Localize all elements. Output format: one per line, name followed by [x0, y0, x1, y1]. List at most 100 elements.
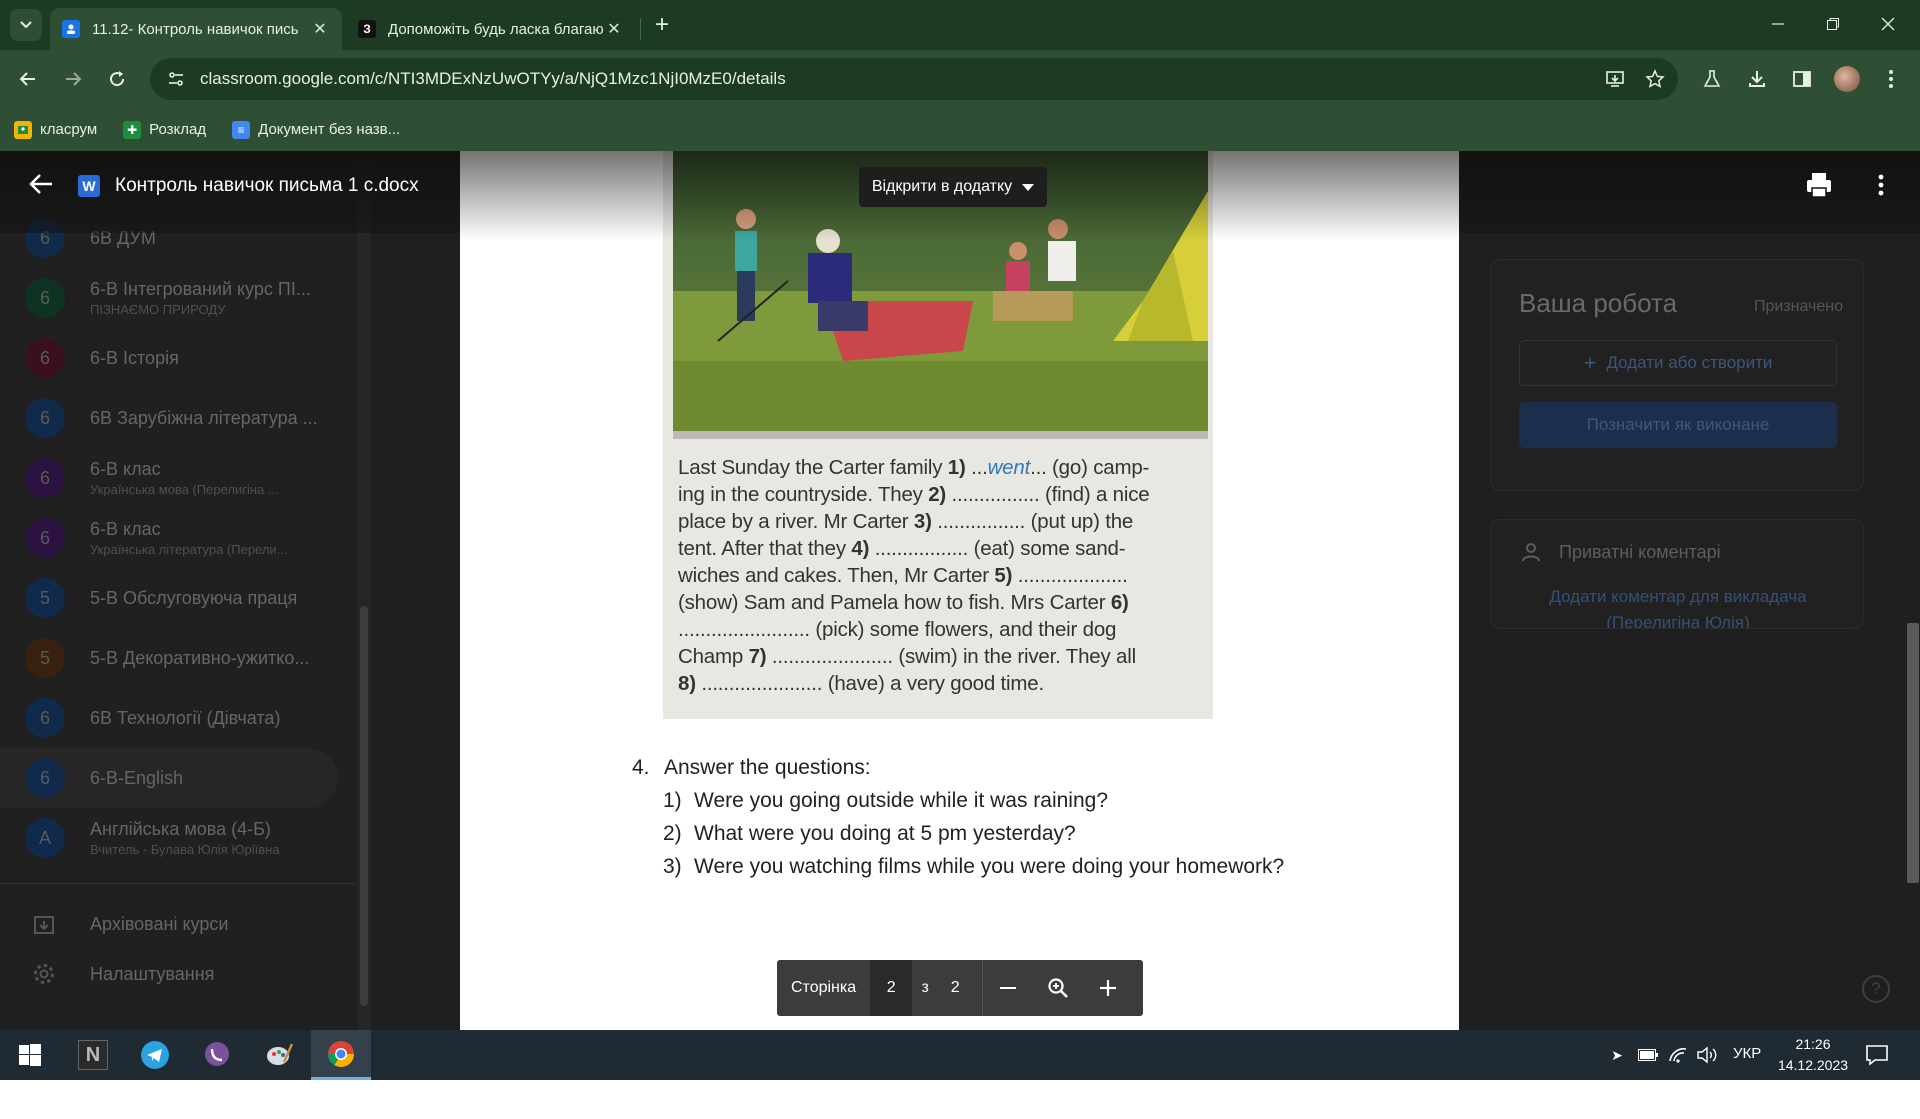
volume-icon[interactable] — [1696, 1044, 1718, 1066]
notifications-button[interactable] — [1865, 1043, 1889, 1067]
zoom-in-button[interactable] — [1083, 960, 1133, 1016]
sidebar-scrollbar[interactable] — [357, 151, 371, 1030]
course-title: 6-В клас — [90, 459, 161, 479]
teacher-name: (Перелигіна Юлія) — [1606, 613, 1750, 629]
downloads-icon[interactable] — [1742, 64, 1772, 94]
tab-znanija[interactable]: З Допоможіть будь ласка благаю ✕ — [346, 8, 636, 50]
current-page-input[interactable]: 2 — [870, 960, 913, 1016]
question-item: 1) Were you going outside while it was ra… — [663, 789, 1109, 812]
close-icon — [1881, 17, 1895, 31]
open-in-app-button[interactable]: Відкрити в додатку — [859, 167, 1047, 207]
plus-icon — [1100, 980, 1117, 996]
page-navigator: Сторінка 2 з 2 — [777, 960, 1143, 1016]
close-viewer-button[interactable] — [26, 169, 56, 199]
help-icon[interactable]: ? — [1862, 975, 1890, 1003]
profile-avatar[interactable] — [1834, 66, 1860, 92]
sidebar-course[interactable]: 6 6В Зарубіжна література ... — [0, 388, 356, 448]
add-private-comment-link[interactable]: Додати коментар для викладача (Перелигіна… — [1491, 584, 1863, 629]
gear-icon — [30, 960, 58, 988]
bookmark-classroom[interactable]: класрум — [14, 120, 97, 139]
sidebar-course[interactable]: 6 6-В клас Українська мова (Перелигіна ..… — [0, 448, 356, 508]
sidebar-scrollbar-thumb[interactable] — [360, 606, 368, 1006]
course-avatar: 5 — [25, 638, 65, 678]
sidebar-course-selected[interactable]: 6 6-В-English — [0, 748, 338, 808]
site-info-icon[interactable] — [164, 67, 188, 91]
input-language[interactable]: УКР — [1733, 1045, 1761, 1062]
sidebar-course[interactable]: 6 6-В Історія — [0, 328, 356, 388]
handwritten-answer: went — [987, 456, 1031, 479]
install-app-icon[interactable] — [1598, 62, 1632, 96]
minimize-icon — [1772, 23, 1784, 25]
taskbar-app-viber[interactable] — [187, 1030, 247, 1080]
sidebar-course[interactable]: A Англійська мова (4-Б) Вчитель - Булава … — [0, 808, 356, 868]
course-subtitle: Українська література (Перели... — [90, 542, 288, 557]
taskbar-app-n[interactable]: N — [63, 1030, 123, 1080]
zoom-out-button[interactable] — [983, 960, 1033, 1016]
znanija-favicon-icon: З — [358, 20, 376, 38]
sidebar-course[interactable]: 6 6-В Інтегрований курс ПІ... ПІЗНАЄМО ПР… — [0, 268, 356, 328]
archived-courses-link[interactable]: Архівовані курси — [0, 902, 356, 946]
reload-button[interactable] — [102, 64, 132, 94]
course-title: 6-В-English — [90, 767, 184, 788]
bookmark-document[interactable]: ≡ Документ без назв... — [232, 120, 400, 139]
labs-icon[interactable] — [1697, 64, 1727, 94]
page-scrollbar-thumb[interactable] — [1907, 623, 1919, 883]
sidebar-course[interactable]: 5 5-В Обслуговуюча праця — [0, 568, 356, 628]
more-options-button[interactable] — [1866, 170, 1896, 200]
classroom-favicon-icon — [62, 20, 80, 38]
archive-icon — [30, 910, 58, 938]
battery-icon[interactable] — [1637, 1044, 1659, 1066]
course-avatar: 6 — [25, 698, 65, 738]
your-work-panel: Ваша робота Призначено + Додати або створ… — [1490, 259, 1864, 491]
minimize-button[interactable] — [1755, 8, 1801, 40]
printer-icon — [1807, 173, 1831, 198]
telegram-tray-icon[interactable]: ➤ — [1606, 1044, 1628, 1066]
back-button[interactable] — [13, 64, 43, 94]
close-tab-icon[interactable]: ✕ — [604, 19, 624, 39]
mark-as-done-button[interactable]: Позначити як виконане — [1519, 402, 1837, 448]
exercise-line: ing in the countryside. They 2) ........… — [678, 483, 1150, 506]
section-number: 4. — [632, 756, 650, 779]
docs-icon: ≡ — [232, 120, 251, 139]
taskbar-app-chrome[interactable] — [311, 1030, 371, 1080]
side-panel-icon[interactable] — [1787, 64, 1817, 94]
restore-button[interactable] — [1810, 8, 1856, 40]
add-or-create-button[interactable]: + Додати або створити — [1519, 340, 1837, 386]
sidebar-course[interactable]: 6 6В Технології (Дівчата) — [0, 688, 356, 748]
address-bar[interactable]: classroom.google.com/c/NTI3MDExNzUwOTYy/… — [150, 58, 1678, 100]
tab-classroom[interactable]: 11.12- Контроль навичок пись ✕ — [50, 8, 342, 50]
print-button[interactable] — [1804, 170, 1834, 200]
close-window-button[interactable] — [1865, 8, 1911, 40]
paint-icon — [267, 1043, 294, 1065]
bookmark-schedule[interactable]: ✚ Розклад — [123, 120, 206, 139]
bookmark-star-icon[interactable] — [1638, 62, 1672, 96]
sidebar-course[interactable]: 6 6-В клас Українська література (Перели.… — [0, 508, 356, 568]
new-tab-button[interactable]: + — [648, 12, 676, 40]
wifi-icon[interactable] — [1667, 1044, 1689, 1066]
start-button[interactable] — [0, 1030, 60, 1080]
settings-link[interactable]: Налаштування — [0, 952, 356, 996]
exercise-line: place by a river. Mr Carter 3) .........… — [678, 510, 1134, 533]
close-tab-icon[interactable]: ✕ — [310, 19, 330, 39]
taskbar-app-paint[interactable] — [249, 1030, 309, 1080]
course-title: 5-В Обслуговуюча праця — [90, 587, 298, 608]
course-avatar: 6 — [25, 278, 65, 318]
chrome-menu-icon[interactable] — [1876, 64, 1906, 94]
zoom-reset-button[interactable] — [1033, 960, 1083, 1016]
taskbar-app-telegram[interactable] — [125, 1030, 185, 1080]
system-clock[interactable]: 21:26 14.12.2023 — [1776, 1034, 1850, 1076]
question-item: 3) Were you watching films while you were… — [663, 855, 1285, 878]
add-or-create-label: Додати або створити — [1606, 353, 1773, 372]
page-label: Сторінка — [791, 979, 857, 996]
telegram-icon — [141, 1041, 169, 1069]
person-icon — [1522, 543, 1540, 562]
tab-search-button[interactable] — [10, 9, 42, 41]
forward-button[interactable] — [58, 64, 88, 94]
sidebar-course[interactable]: 5 5-В Декоративно-ужитко... — [0, 628, 356, 688]
course-title: 6-В Інтегрований курс ПІ... — [90, 279, 311, 299]
course-title: 6-В клас — [90, 519, 161, 539]
page-scrollbar[interactable] — [1906, 151, 1920, 1030]
arrow-left-icon — [19, 72, 35, 86]
course-sidebar: 6 6В ДУМ 6 6-В Інтегрований курс ПІ... ПІ… — [0, 151, 356, 1030]
word-file-icon: W — [78, 175, 100, 197]
